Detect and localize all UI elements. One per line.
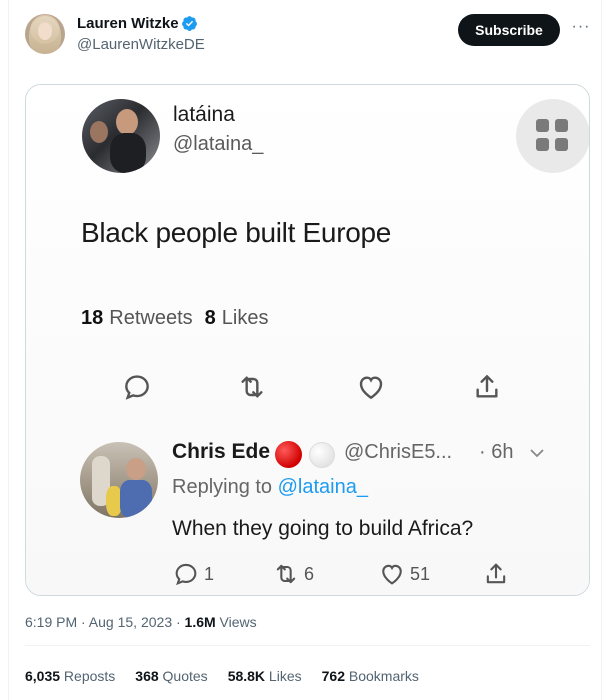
- chevron-down-icon: [530, 449, 544, 458]
- reply-author-handle: @ChrisE5...: [344, 441, 453, 463]
- retweet-count: 6: [304, 563, 315, 584]
- original-actions: [26, 371, 589, 407]
- retweets-label: Retweets: [109, 307, 193, 329]
- divider: [25, 645, 590, 646]
- reply-icon: [125, 375, 149, 400]
- share-icon: [486, 563, 506, 584]
- reposts-stat[interactable]: 6,035 Reposts: [25, 668, 115, 684]
- original-author-name: latáina: [173, 103, 235, 126]
- reply-count: 1: [204, 563, 215, 584]
- likes-count: 8: [204, 307, 216, 329]
- retweets-count: 18: [81, 307, 104, 329]
- reply-retweet-action: 6: [272, 560, 314, 588]
- original-avatar: [82, 99, 160, 173]
- reply-avatar: [80, 442, 158, 518]
- author-name[interactable]: Lauren Witzke: [77, 15, 179, 32]
- like-count: 51: [410, 563, 431, 584]
- reply-like-action: 51: [378, 560, 430, 588]
- reply-author-name: Chris Ede: [172, 440, 271, 463]
- verified-badge-icon: [182, 16, 197, 31]
- share-icon: [476, 375, 498, 398]
- views-label: Views: [215, 614, 257, 630]
- author-avatar[interactable]: [25, 14, 65, 54]
- original-tweet-stats: 18 Retweets 8 Likes: [81, 307, 268, 330]
- frame-border-right: [601, 0, 602, 700]
- red-circle-emoji-icon: [275, 441, 302, 468]
- original-author-handle: @lataina_: [173, 133, 264, 155]
- grid-menu-icon: [516, 99, 589, 173]
- quotes-stat[interactable]: 368 Quotes: [135, 668, 207, 684]
- subscribe-button[interactable]: Subscribe: [458, 14, 560, 46]
- replying-mention: @lataina_: [277, 476, 368, 498]
- likes-label: Likes: [221, 307, 269, 329]
- views-count: 1.6M: [184, 614, 216, 630]
- likes-stat[interactable]: 58.8K Likes: [228, 668, 302, 684]
- white-circle-emoji-icon: [309, 442, 335, 468]
- retweet-icon: [241, 376, 263, 398]
- frame-border-left: [8, 0, 9, 700]
- reply-icon: [175, 563, 197, 586]
- tweet-timestamp[interactable]: 6:19 PM · Aug 15, 2023 · 1.6M Views: [25, 614, 257, 630]
- engagement-stats: 6,035 Reposts 368 Quotes 58.8K Likes 762…: [25, 668, 419, 684]
- bookmarks-stat[interactable]: 762 Bookmarks: [322, 668, 419, 684]
- more-options-icon[interactable]: ···: [570, 18, 592, 40]
- reply-reply-action: 1: [172, 560, 214, 588]
- like-icon: [382, 564, 402, 585]
- original-tweet-text: Black people built Europe: [81, 217, 392, 248]
- embedded-image[interactable]: latáina @lataina_ Black people built Eur…: [25, 84, 590, 596]
- like-icon: [359, 376, 383, 400]
- reply-time: · 6h: [479, 441, 514, 463]
- replying-to: Replying to @lataina_: [172, 476, 368, 498]
- reply-share-action: [482, 560, 510, 588]
- author-handle[interactable]: @LaurenWitzkeDE: [77, 36, 205, 53]
- reply-actions: 1 6 51: [26, 560, 589, 590]
- retweet-icon: [276, 564, 296, 584]
- reply-tweet-text: When they going to build Africa?: [172, 517, 474, 540]
